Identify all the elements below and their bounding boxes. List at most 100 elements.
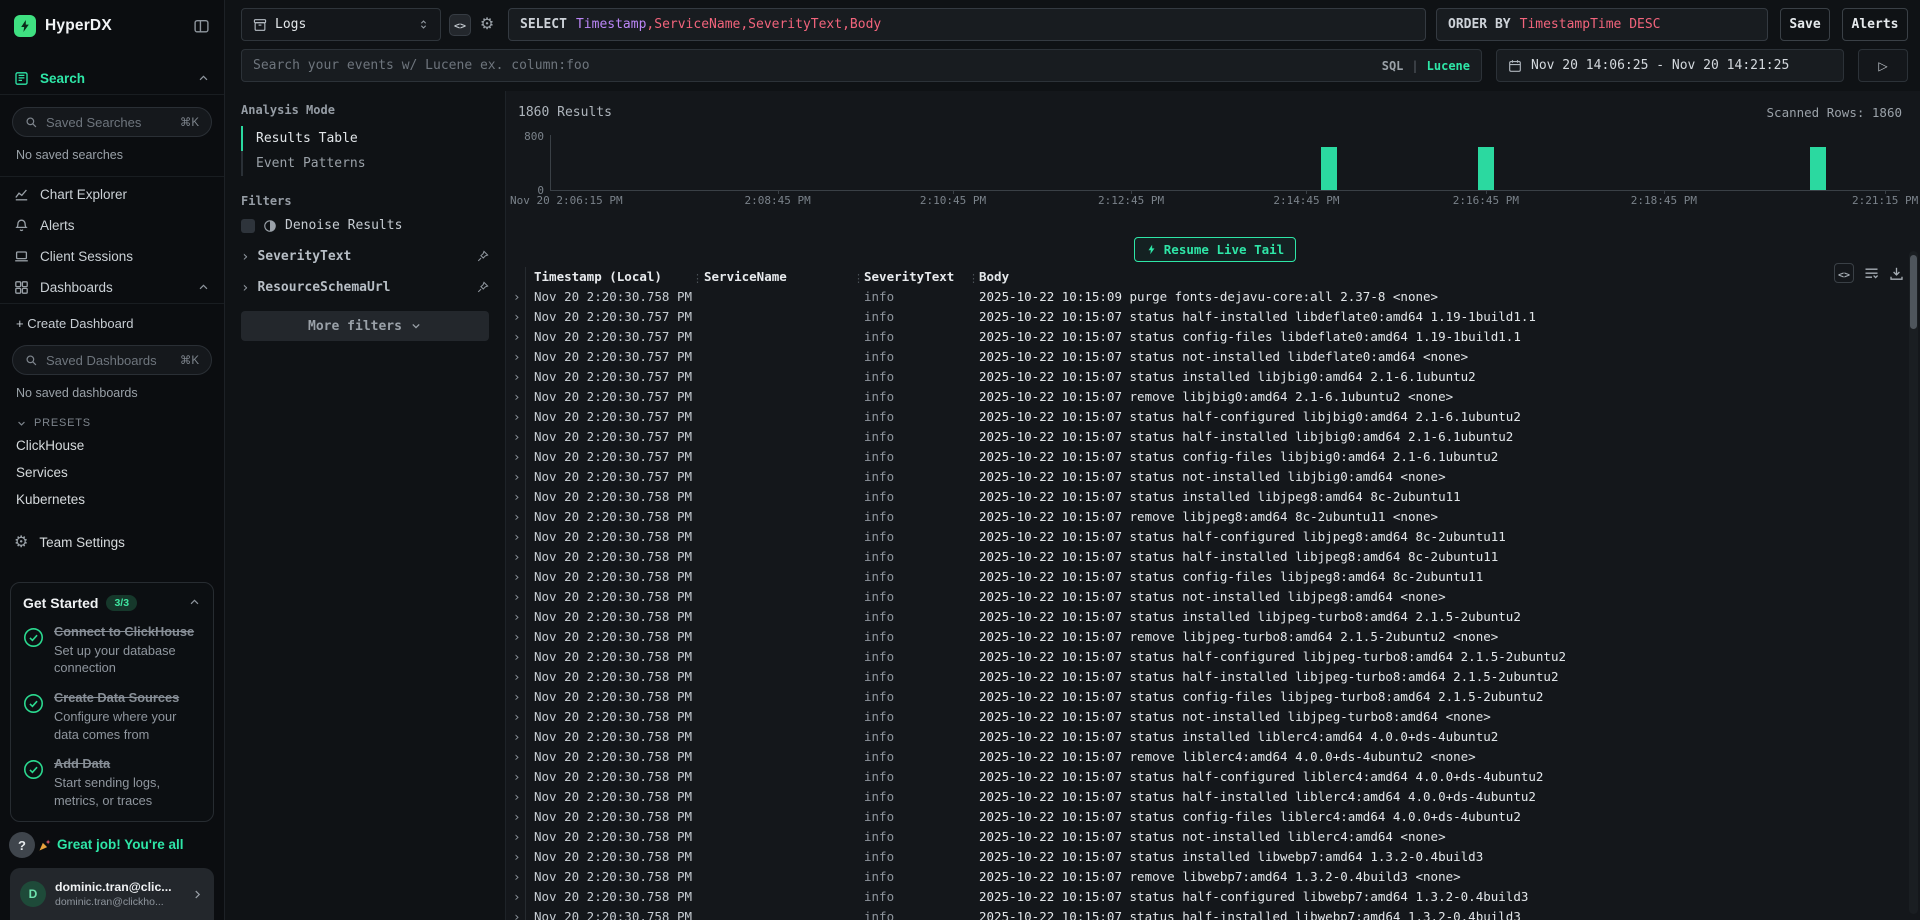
table-row[interactable]: Nov 20 2:20:30.757 PMinfo2025-10-22 10:1… <box>510 347 1920 367</box>
preset-services[interactable]: Services <box>0 459 224 486</box>
date-range-picker[interactable]: Nov 20 14:06:25 - Nov 20 14:21:25 <box>1496 49 1844 82</box>
table-row[interactable]: Nov 20 2:20:30.758 PMinfo2025-10-22 10:1… <box>510 667 1920 687</box>
row-expand-icon[interactable] <box>510 327 525 347</box>
row-expand-icon[interactable] <box>510 767 525 787</box>
row-expand-icon[interactable] <box>510 887 525 907</box>
column-resize-handle-icon[interactable] <box>968 269 979 289</box>
save-button[interactable]: Save <box>1780 8 1830 41</box>
resume-live-tail-button[interactable]: Resume Live Tail <box>1134 237 1296 262</box>
scrollbar-thumb[interactable] <box>1910 255 1917 329</box>
chart-bar[interactable] <box>1321 147 1337 190</box>
more-filters-button[interactable]: More filters <box>241 311 489 341</box>
row-expand-icon[interactable] <box>510 287 525 307</box>
chart-bar[interactable] <box>1810 147 1826 190</box>
order-by-input[interactable]: ORDER BY TimestampTime DESC <box>1436 8 1768 41</box>
table-row[interactable]: Nov 20 2:20:30.757 PMinfo2025-10-22 10:1… <box>510 447 1920 467</box>
row-expand-icon[interactable] <box>510 707 525 727</box>
saved-searches-input[interactable] <box>46 115 172 130</box>
table-row[interactable]: Nov 20 2:20:30.758 PMinfo2025-10-22 10:1… <box>510 287 1920 307</box>
column-resize-handle-icon[interactable] <box>692 269 703 289</box>
row-expand-icon[interactable] <box>510 687 525 707</box>
row-expand-icon[interactable] <box>510 607 525 627</box>
create-dashboard-link[interactable]: + Create Dashboard <box>0 308 224 337</box>
filter-group-resourceschemaurl[interactable]: ResourceSchemaUrl <box>241 272 489 303</box>
table-row[interactable]: Nov 20 2:20:30.758 PMinfo2025-10-22 10:1… <box>510 527 1920 547</box>
chart-plot[interactable]: Nov 20 2:06:15 PM2:08:45 PM2:10:45 PM2:1… <box>550 135 1900 191</box>
table-row[interactable]: Nov 20 2:20:30.758 PMinfo2025-10-22 10:1… <box>510 847 1920 867</box>
scrollbar-track[interactable] <box>1909 251 1918 914</box>
row-expand-icon[interactable] <box>510 487 525 507</box>
code-editor-button[interactable] <box>449 14 471 36</box>
view-source-button[interactable] <box>1834 263 1854 283</box>
table-row[interactable]: Nov 20 2:20:30.758 PMinfo2025-10-22 10:1… <box>510 647 1920 667</box>
chart-bar[interactable] <box>1478 147 1494 190</box>
sidebar-item-team-settings[interactable]: Team Settings <box>0 526 224 560</box>
row-expand-icon[interactable] <box>510 667 525 687</box>
mode-event-patterns[interactable]: Event Patterns <box>241 151 489 176</box>
row-expand-icon[interactable] <box>510 547 525 567</box>
alerts-button[interactable]: Alerts <box>1842 8 1908 41</box>
mode-results-table[interactable]: Results Table <box>241 126 489 151</box>
chevron-up-icon[interactable] <box>197 281 210 294</box>
preset-clickhouse[interactable]: ClickHouse <box>0 432 224 459</box>
download-button[interactable] <box>1889 266 1904 281</box>
row-expand-icon[interactable] <box>510 427 525 447</box>
table-row[interactable]: Nov 20 2:20:30.758 PMinfo2025-10-22 10:1… <box>510 487 1920 507</box>
column-header-timestamp[interactable]: Timestamp (Local) <box>525 267 704 287</box>
table-row[interactable]: Nov 20 2:20:30.758 PMinfo2025-10-22 10:1… <box>510 787 1920 807</box>
search-input[interactable] <box>253 58 1374 73</box>
row-expand-icon[interactable] <box>510 907 525 920</box>
table-row[interactable]: Nov 20 2:20:30.758 PMinfo2025-10-22 10:1… <box>510 867 1920 887</box>
select-clause-input[interactable]: SELECT Timestamp ,ServiceName,SeverityTe… <box>508 8 1426 41</box>
wrap-lines-button[interactable] <box>1864 266 1879 281</box>
pin-icon[interactable] <box>476 281 489 294</box>
table-row[interactable]: Nov 20 2:20:30.757 PMinfo2025-10-22 10:1… <box>510 407 1920 427</box>
column-header-body[interactable]: Body <box>979 267 1920 287</box>
sidebar-item-chart-explorer[interactable]: Chart Explorer <box>0 179 224 210</box>
table-row[interactable]: Nov 20 2:20:30.758 PMinfo2025-10-22 10:1… <box>510 767 1920 787</box>
table-row[interactable]: Nov 20 2:20:30.758 PMinfo2025-10-22 10:1… <box>510 727 1920 747</box>
table-row[interactable]: Nov 20 2:20:30.757 PMinfo2025-10-22 10:1… <box>510 467 1920 487</box>
sidebar-item-alerts[interactable]: Alerts <box>0 210 224 241</box>
row-expand-icon[interactable] <box>510 747 525 767</box>
row-expand-icon[interactable] <box>510 727 525 747</box>
row-expand-icon[interactable] <box>510 527 525 547</box>
table-row[interactable]: Nov 20 2:20:30.758 PMinfo2025-10-22 10:1… <box>510 807 1920 827</box>
row-expand-icon[interactable] <box>510 447 525 467</box>
source-settings-button[interactable] <box>477 17 497 33</box>
table-row[interactable]: Nov 20 2:20:30.758 PMinfo2025-10-22 10:1… <box>510 747 1920 767</box>
table-row[interactable]: Nov 20 2:20:30.758 PMinfo2025-10-22 10:1… <box>510 567 1920 587</box>
source-select[interactable]: Logs <box>241 8 441 41</box>
run-query-button[interactable] <box>1858 49 1908 82</box>
row-expand-icon[interactable] <box>510 407 525 427</box>
row-expand-icon[interactable] <box>510 647 525 667</box>
pin-icon[interactable] <box>476 250 489 263</box>
sidebar-item-search[interactable]: Search <box>0 63 224 94</box>
row-expand-icon[interactable] <box>510 307 525 327</box>
table-row[interactable]: Nov 20 2:20:30.758 PMinfo2025-10-22 10:1… <box>510 587 1920 607</box>
row-expand-icon[interactable] <box>510 387 525 407</box>
checklist-item-add-data[interactable]: Add Data Start sending logs, metrics, or… <box>23 756 201 809</box>
user-menu[interactable]: D dominic.tran@clic... dominic.tran@clic… <box>10 868 214 920</box>
row-expand-icon[interactable] <box>510 367 525 387</box>
row-expand-icon[interactable] <box>510 847 525 867</box>
saved-dashboards-combobox[interactable]: ⌘K <box>12 345 212 375</box>
table-row[interactable]: Nov 20 2:20:30.757 PMinfo2025-10-22 10:1… <box>510 387 1920 407</box>
table-row[interactable]: Nov 20 2:20:30.758 PMinfo2025-10-22 10:1… <box>510 907 1920 920</box>
row-expand-icon[interactable] <box>510 807 525 827</box>
sidebar-collapse-icon[interactable] <box>193 18 210 34</box>
row-expand-icon[interactable] <box>510 467 525 487</box>
chevron-up-icon[interactable] <box>197 72 210 85</box>
table-row[interactable]: Nov 20 2:20:30.758 PMinfo2025-10-22 10:1… <box>510 547 1920 567</box>
table-row[interactable]: Nov 20 2:20:30.758 PMinfo2025-10-22 10:1… <box>510 687 1920 707</box>
help-button[interactable]: ? <box>9 832 35 858</box>
table-row[interactable]: Nov 20 2:20:30.757 PMinfo2025-10-22 10:1… <box>510 367 1920 387</box>
filter-group-severitytext[interactable]: SeverityText <box>241 241 489 272</box>
sidebar-item-client-sessions[interactable]: Client Sessions <box>0 241 224 272</box>
row-expand-icon[interactable] <box>510 347 525 367</box>
row-expand-icon[interactable] <box>510 867 525 887</box>
sidebar-item-dashboards[interactable]: Dashboards <box>0 272 224 303</box>
checklist-item-sources[interactable]: Create Data Sources Configure where your… <box>23 690 201 743</box>
preset-kubernetes[interactable]: Kubernetes <box>0 486 224 513</box>
row-expand-icon[interactable] <box>510 507 525 527</box>
